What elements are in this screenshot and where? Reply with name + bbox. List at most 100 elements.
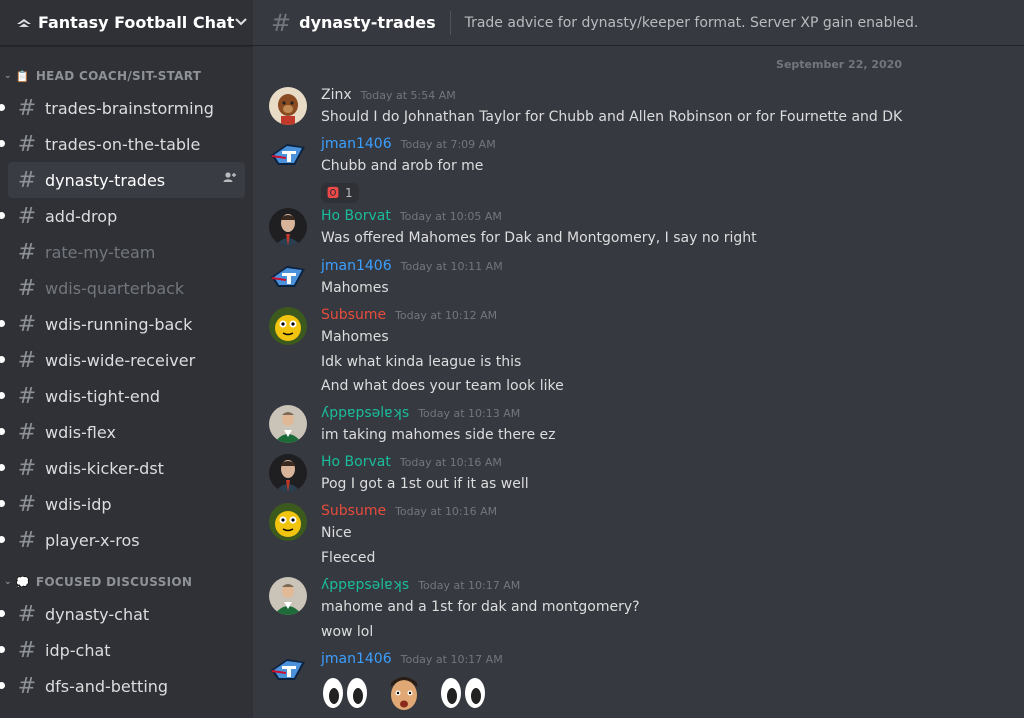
unread-indicator [0,104,5,111]
unread-indicator [0,646,5,653]
avatar[interactable] [269,136,307,174]
channel-name: trades-brainstorming [45,98,214,118]
avatar[interactable] [269,405,307,443]
message-timestamp: Today at 7:09 AM [400,138,496,151]
message-text: im taking mahomes side there ez [321,427,556,443]
message-text: wow lol [321,623,374,640]
channel-wdis-wide-receiver[interactable]: # wdis-wide-receiver [0,342,245,378]
speech-bubble-icon: 💭 [15,575,30,589]
unread-indicator [0,682,5,689]
channel-add-drop[interactable]: # add-drop [0,198,245,234]
date-divider: September 22, 2020 [776,58,902,71]
channel-dynasty-trades[interactable]: # dynasty-trades [8,162,245,198]
channel-trades-on-the-table[interactable]: # trades-on-the-table [0,126,245,162]
hash-icon: # [17,95,37,121]
message-author[interactable]: Subsume [321,503,386,519]
message-author[interactable]: Ho Borvat [321,454,391,470]
channel-name: wdis-tight-end [45,386,160,406]
message-author[interactable]: ʎppɐpsǝlɐʞs [321,577,409,593]
channel-name: dynasty-trades [45,170,166,190]
channel-header: # dynasty-trades Trade advice for dynast… [253,0,1024,46]
hash-icon: # [17,419,37,445]
channel-name: wdis-idp [45,494,112,514]
message-timestamp: Today at 10:13 AM [418,407,521,420]
eyes-emoji[interactable] [321,674,369,716]
channel-idp-chat[interactable]: # idp-chat [0,632,245,668]
message-text: Fleeced [321,549,376,566]
server-name: Fantasy Football Chat [38,13,235,32]
unread-indicator [0,610,5,617]
message-author[interactable]: Subsume [321,307,386,323]
clipboard-icon: 📋 [15,69,30,83]
channel-name: wdis-wide-receiver [45,350,196,370]
hash-icon: # [17,167,37,193]
channel-player-x-ros[interactable]: # player-x-ros [0,522,245,558]
channel-wdis-quarterback[interactable]: # wdis-quarterback [8,270,245,306]
eyes-emoji[interactable] [439,674,487,716]
message-timestamp: Today at 10:11 AM [400,260,503,273]
message-list[interactable]: September 22, 2020 Zinx Today at 5:54 AM … [253,46,1024,718]
message-timestamp: Today at 10:17 AM [418,579,521,592]
message-author[interactable]: jman1406 [321,258,392,274]
message-text: Nice [321,525,352,541]
category-head-coach[interactable]: ⌄ 📋 HEAD COACH/SIT-START [0,62,253,90]
message-text: Mahomes [321,280,389,296]
channel-wdis-running-back[interactable]: # wdis-running-back [0,306,245,342]
unread-indicator [0,140,5,147]
channel-sidebar: Fantasy Football Chat ⌄ 📋 HEAD COACH/SIT… [0,0,253,718]
message-timestamp: Today at 5:54 AM [360,89,456,102]
server-boost-icon [16,15,32,31]
avatar[interactable] [269,651,307,689]
message-author[interactable]: Zinx [321,87,352,103]
message-text: Chubb and arob for me [321,158,484,174]
unread-indicator [0,320,5,327]
message-timestamp: Today at 10:05 AM [399,210,502,223]
avatar[interactable] [269,307,307,345]
message-text: And what does your team look like [321,378,564,394]
channel-wdis-idp[interactable]: # wdis-idp [0,486,245,522]
hash-icon: # [17,275,37,301]
channel-dynasty-chat[interactable]: # dynasty-chat [0,596,245,632]
reaction[interactable]: 🅾 1 [321,182,359,203]
hash-icon: # [17,203,37,229]
message-author[interactable]: jman1406 [321,136,392,152]
chevron-down-icon[interactable] [234,15,248,31]
channel-name: wdis-running-back [45,314,193,334]
avatar[interactable] [269,454,307,492]
hash-icon: # [17,347,37,373]
avatar[interactable] [269,577,307,615]
channel-wdis-tight-end[interactable]: # wdis-tight-end [0,378,245,414]
message-timestamp: Today at 10:12 AM [395,309,498,322]
avatar[interactable] [269,208,307,246]
category-focused-discussion[interactable]: ⌄ 💭 FOCUSED DISCUSSION [0,568,253,596]
channel-name: trades-on-the-table [45,134,201,154]
channel-dfs-and-betting[interactable]: # dfs-and-betting [0,668,245,704]
avatar[interactable] [269,258,307,296]
channel-name: add-drop [45,206,118,226]
message-author[interactable]: jman1406 [321,651,392,667]
reaction-count: 1 [345,185,353,200]
hash-icon: # [17,239,37,265]
channel-name: wdis-kicker-dst [45,458,164,478]
channel-trades-brainstorming[interactable]: # trades-brainstorming [0,90,245,126]
unread-indicator [0,428,5,435]
channel-name: dynasty-chat [45,604,150,624]
add-member-icon[interactable] [223,171,237,187]
category-label: HEAD COACH/SIT-START [35,69,202,83]
server-header[interactable]: Fantasy Football Chat [0,0,253,46]
channel-name: idp-chat [45,640,111,660]
channel-wdis-kicker-dst[interactable]: # wdis-kicker-dst [0,450,245,486]
message-timestamp: Today at 10:16 AM [395,505,498,518]
message-timestamp: Today at 10:16 AM [399,456,502,469]
message-author[interactable]: ʎppɐpsǝlɐʞs [321,405,409,421]
channel-wdis-flex[interactable]: # wdis-flex [0,414,245,450]
avatar[interactable] [269,87,307,125]
blood-type-o-emoji: 🅾 [327,186,340,200]
avatar[interactable] [269,503,307,541]
channel-topic[interactable]: Trade advice for dynasty/keeper format. … [465,15,919,31]
face-emoji[interactable] [385,673,423,717]
message-author[interactable]: Ho Borvat [321,208,391,224]
hash-icon: # [17,527,37,553]
message-timestamp: Today at 10:17 AM [400,653,503,666]
channel-rate-my-team[interactable]: # rate-my-team [8,234,245,270]
